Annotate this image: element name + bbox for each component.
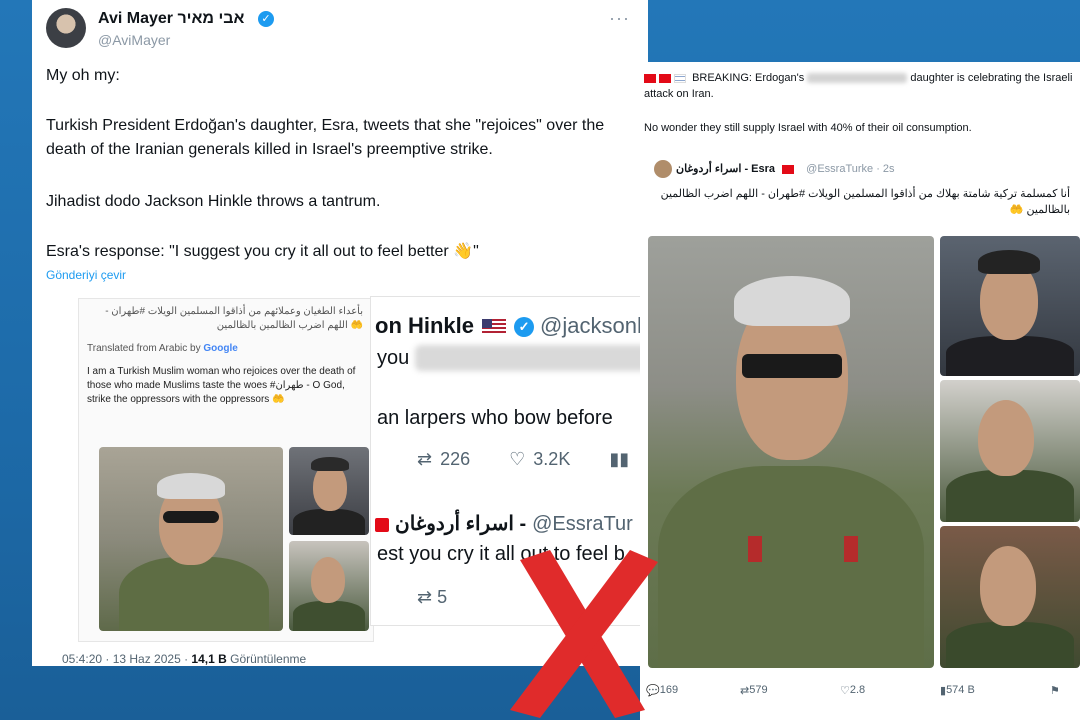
embedded-author-row: اسراء أردوغان - @EssraTur [375, 511, 633, 536]
embedded-author-name: on Hinkle [375, 313, 475, 338]
turkey-flag-icon [782, 164, 795, 174]
views-count: 14,1 B [191, 652, 227, 666]
embedded-translation-screenshot[interactable]: بأعداء الطغيان وعملائهم من أذاقوا المسلم… [78, 298, 374, 642]
quoted-arabic-text: أنا كمسلمة تركية شامتة بهلاك من أذاقوا ا… [660, 188, 1070, 216]
more-options-icon[interactable]: ··· [609, 8, 630, 29]
quoted-author-handle: @EssraTurke · 2s [806, 163, 895, 175]
official-photo[interactable] [289, 447, 369, 535]
quoted-tweet-header: اسراء أردوغان - Esra @EssraTurke · 2s [654, 160, 1074, 180]
quoted-author[interactable]: اسراء أردوغان - Esra @EssraTurke · 2s [676, 162, 895, 175]
red-x-icon [510, 550, 658, 718]
commander-photo[interactable] [940, 380, 1080, 522]
views-count[interactable]: ▮ 574 B [940, 684, 975, 697]
turkey-flag-icon [375, 517, 389, 532]
views-label: Görüntülenme [226, 652, 307, 666]
tweet-text-line: No wonder they still supply Israel with … [644, 122, 972, 134]
sunglasses-shape [742, 354, 842, 378]
tweet-text-line: Esra's response: "I suggest you cry it a… [46, 243, 479, 260]
us-flag-icon [482, 319, 507, 336]
tweet-header: Avi Mayer אבי מאיר ✓ @AviMayer ··· [46, 6, 636, 50]
insignia-shape [748, 536, 762, 562]
tweet-text-line: My oh my: [46, 67, 120, 84]
tweet-text-line: Jihadist dodo Jackson Hinkle throws a ta… [46, 193, 381, 210]
embedded-author-name: اسراء أردوغان - [395, 513, 527, 535]
retweet-icon[interactable]: ⇄ [417, 449, 432, 469]
hair-shape [978, 250, 1040, 274]
right-tweet-card: BREAKING: Erdogan's daughter is celebrat… [640, 62, 1080, 720]
uniform-shape [293, 601, 365, 631]
sunglasses-shape [163, 511, 219, 523]
official-photo[interactable] [940, 236, 1080, 376]
general-photo[interactable] [648, 236, 934, 668]
retweet-count: 5 [437, 587, 448, 607]
timestamp[interactable]: 05:4:20 · 13 Haz 2025 · [62, 652, 191, 666]
tweet-footer: 05:4:20 · 13 Haz 2025 · 14,1 B Görüntüle… [62, 652, 306, 666]
arabic-text: بأعداء الطغيان وعملائهم من أذاقوا المسلم… [105, 306, 363, 331]
like-count: 3.2K [533, 449, 571, 469]
embedded-stats: ⇄ 5 [417, 587, 447, 608]
turkey-flag-icon [659, 73, 671, 83]
uniform-shape [946, 470, 1074, 522]
embedded-author-handle: @EssraTur [532, 513, 633, 535]
like-count-value: 2.8 [849, 684, 866, 696]
like-icon[interactable]: ♡ [509, 449, 525, 469]
avatar[interactable] [654, 160, 672, 178]
like-count[interactable]: ♡ 2.8 [840, 684, 865, 697]
bookmark-icon[interactable]: ⚑ [1050, 684, 1060, 697]
suit-shape [946, 336, 1074, 376]
embedded-author-handle: @jacksonh [540, 313, 648, 338]
verified-badge-icon: ✓ [514, 317, 535, 338]
hair-shape [311, 457, 349, 471]
embedded-text: an larpers who bow before [377, 407, 613, 429]
translate-link[interactable]: Gönderiyi çevir [46, 268, 126, 282]
face-shape [311, 557, 345, 603]
author-name[interactable]: Avi Mayer אבי מאיר [98, 10, 244, 28]
retweet-count-value: 579 [749, 684, 768, 696]
translated-by-text: Translated from Arabic by [87, 343, 204, 354]
blurred-text [807, 73, 908, 84]
retweet-count: 226 [440, 449, 471, 469]
hair-shape [157, 473, 225, 499]
insignia-shape [844, 536, 858, 562]
avatar[interactable] [46, 8, 86, 48]
suit-shape [293, 509, 365, 535]
breaking-prefix: BREAKING: Erdogan's [692, 72, 805, 84]
verified-badge-icon: ✓ [258, 11, 274, 27]
uniform-shape [946, 622, 1074, 668]
tweet-text-line: Turkish President Erdoğan's daughter, Es… [46, 117, 605, 158]
hair-shape [734, 276, 850, 326]
google-brand: Google [203, 343, 238, 354]
embedded-stats: ⇄ 226 ♡ 3.2K ▮▮ [417, 449, 648, 470]
retweet-icon[interactable]: ⇄ [417, 587, 437, 607]
quoted-author-name: اسراء أردوغان - Esra [676, 163, 776, 175]
commander-photo[interactable] [940, 526, 1080, 668]
views-count-value: 574 B [946, 684, 975, 696]
uniform-shape [658, 466, 924, 668]
general-photo[interactable] [99, 447, 283, 631]
blurred-text [415, 345, 648, 371]
translation-text: I am a Turkish Muslim woman who rejoices… [87, 366, 356, 405]
views-icon[interactable]: ▮▮ [609, 449, 629, 469]
author-handle[interactable]: @AviMayer [98, 32, 170, 48]
face-shape [978, 400, 1034, 476]
embedded-author-row: on Hinkle ✓ @jacksonh [375, 313, 648, 339]
uniform-shape [119, 557, 269, 631]
breaking-text: BREAKING: Erdogan's daughter is celebrat… [644, 70, 1078, 102]
embedded-text: you [377, 347, 410, 369]
turkey-flag-icon [644, 73, 656, 83]
retweet-count[interactable]: ⇄ 579 [740, 684, 768, 697]
google-translate-label: Translated from Arabic by Google [87, 343, 238, 354]
face-shape [980, 546, 1036, 626]
israel-flag-icon [674, 73, 686, 83]
commander-photo[interactable] [289, 541, 369, 631]
